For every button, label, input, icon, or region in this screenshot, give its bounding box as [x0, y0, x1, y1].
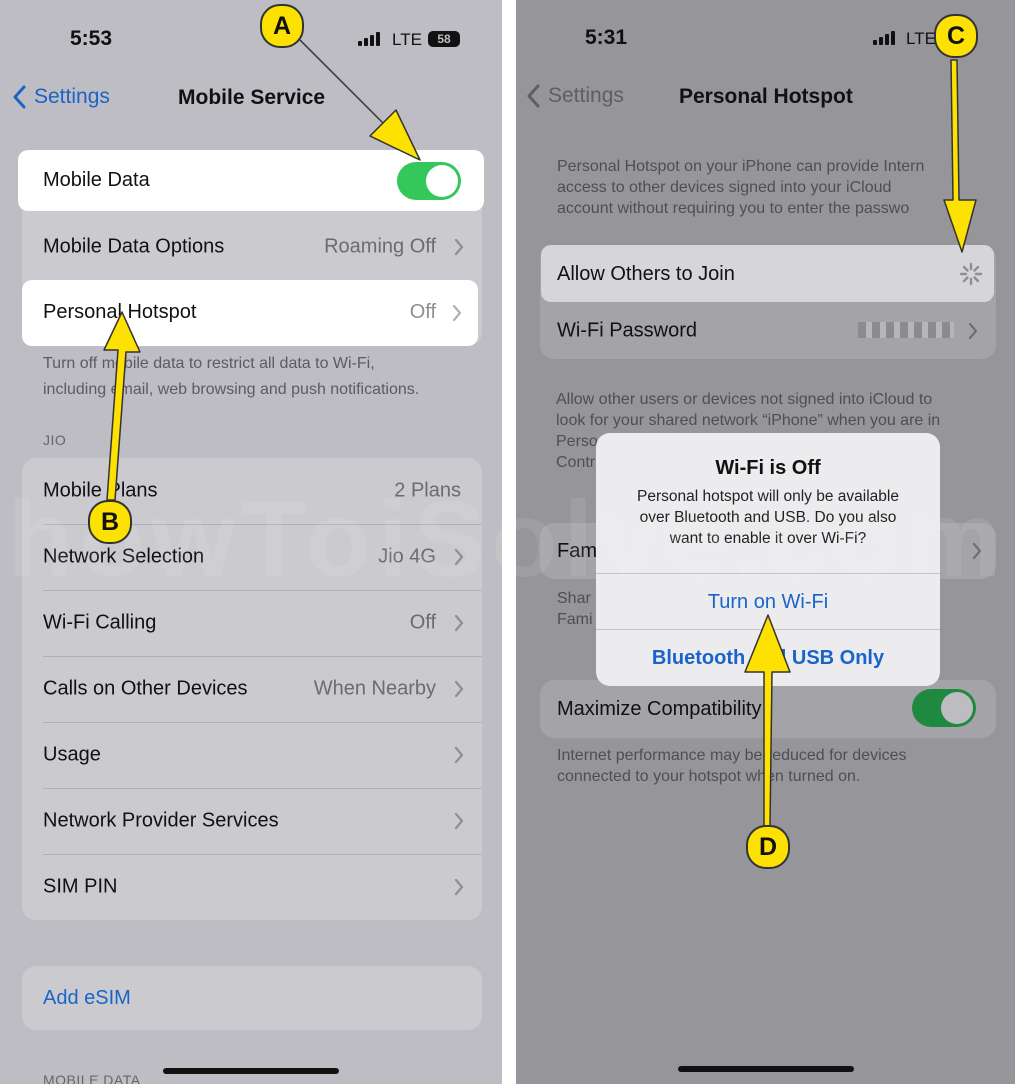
arrow-d [744, 614, 791, 829]
annotation-badge-b: B [88, 500, 132, 544]
annotation-badge-d: D [746, 825, 790, 869]
arrow-a [299, 39, 421, 161]
arrow-c [943, 59, 977, 253]
annotation-arrows [103, 39, 977, 829]
arrow-b [103, 311, 141, 501]
annotation-badge-a: A [260, 4, 304, 48]
annotation-badge-c: C [934, 14, 978, 58]
